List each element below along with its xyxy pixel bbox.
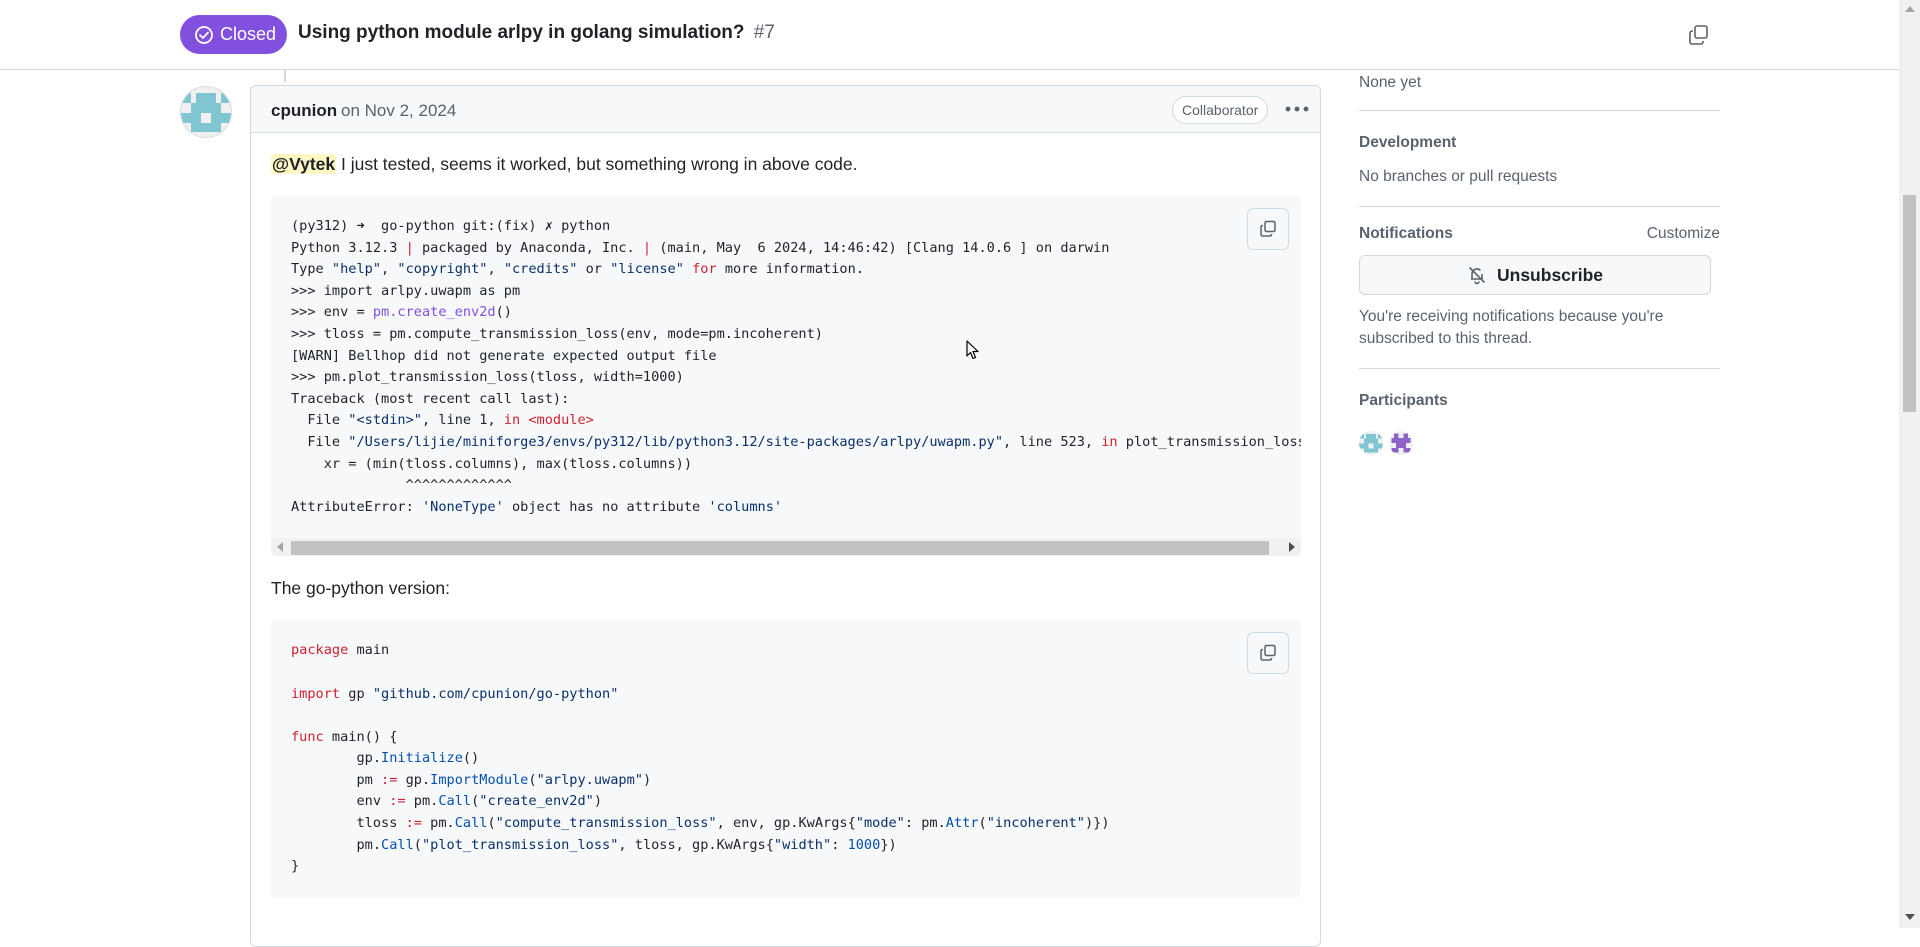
avatar[interactable] — [180, 86, 232, 138]
issue-title: Using python module arlpy in golang simu… — [298, 22, 775, 44]
participant-avatar[interactable] — [1389, 431, 1413, 455]
copy-icon — [1260, 220, 1276, 237]
divider — [1359, 206, 1720, 207]
comment-date[interactable]: on Nov 2, 2024 — [341, 101, 456, 121]
development-value: No branches or pull requests — [1359, 168, 1558, 185]
issue-number: #7 — [753, 22, 775, 43]
comment-header: cpunion on Nov 2, 2024 Collaborator — [251, 86, 1320, 133]
comment-paragraph-text: I just tested, seems it worked, but some… — [336, 154, 858, 174]
milestone-value: None yet — [1359, 74, 1422, 91]
unsubscribe-label: Unsubscribe — [1497, 264, 1603, 285]
code-content: (py312) ➜ go-python git:(fix) ✗ python P… — [291, 218, 1301, 515]
participant-avatar[interactable] — [1359, 431, 1383, 455]
scroll-right-arrow[interactable] — [1289, 542, 1295, 553]
copy-code-button[interactable] — [1247, 208, 1289, 250]
page-scrollbar[interactable] — [1899, 0, 1920, 928]
sticky-issue-header: Closed Using python module arlpy in gola… — [0, 0, 1899, 70]
scroll-down-arrow[interactable] — [1905, 914, 1915, 920]
comment-paragraph-2: The go-python version: — [271, 578, 450, 599]
scroll-left-arrow[interactable] — [277, 542, 283, 553]
code-block-go: package main import gp "github.com/cpuni… — [271, 620, 1301, 898]
issue-title-text: Using python module arlpy in golang simu… — [298, 22, 745, 43]
copy-icon — [1689, 25, 1708, 45]
kebab-horizontal-icon — [1285, 106, 1309, 112]
comment-options-button[interactable] — [1283, 98, 1311, 120]
comment-paragraph-1: @Vytek I just tested, seems it worked, b… — [271, 152, 1301, 176]
timeline-line — [284, 70, 286, 82]
development-heading[interactable]: Development — [1359, 134, 1456, 152]
issue-state-label: Closed — [220, 24, 277, 44]
scroll-up-arrow[interactable] — [1905, 6, 1915, 12]
divider — [1359, 368, 1720, 369]
customize-link[interactable]: Customize — [1647, 225, 1720, 243]
comment-box: cpunion on Nov 2, 2024 Collaborator @Vyt… — [250, 85, 1321, 947]
mouse-cursor-icon — [966, 340, 979, 360]
horizontal-scrollbar[interactable] — [271, 538, 1301, 557]
code-content: package main import gp "github.com/cpuni… — [291, 642, 1110, 875]
notifications-heading: Notifications — [1359, 225, 1453, 242]
comment-author[interactable]: cpunion — [271, 101, 337, 121]
collaborator-badge: Collaborator — [1172, 96, 1269, 124]
scrollbar-thumb[interactable] — [1903, 195, 1916, 412]
code-block-python-session: (py312) ➜ go-python git:(fix) ✗ python P… — [271, 196, 1301, 557]
divider — [1359, 110, 1720, 111]
copy-code-button[interactable] — [1247, 632, 1289, 675]
user-mention[interactable]: @Vytek — [271, 154, 337, 174]
comment-body: @Vytek I just tested, seems it worked, b… — [271, 152, 1301, 898]
notification-reason: You're receiving notifications because y… — [1359, 308, 1664, 347]
issue-state-badge: Closed — [180, 15, 287, 54]
copy-icon — [1260, 645, 1276, 662]
scrollbar-thumb[interactable] — [291, 541, 1269, 556]
check-circle-icon — [195, 25, 213, 44]
copy-link-button[interactable] — [1686, 22, 1712, 48]
unsubscribe-button[interactable]: Unsubscribe — [1359, 255, 1711, 295]
participants-heading: Participants — [1359, 392, 1448, 409]
bell-slash-icon — [1469, 267, 1485, 285]
